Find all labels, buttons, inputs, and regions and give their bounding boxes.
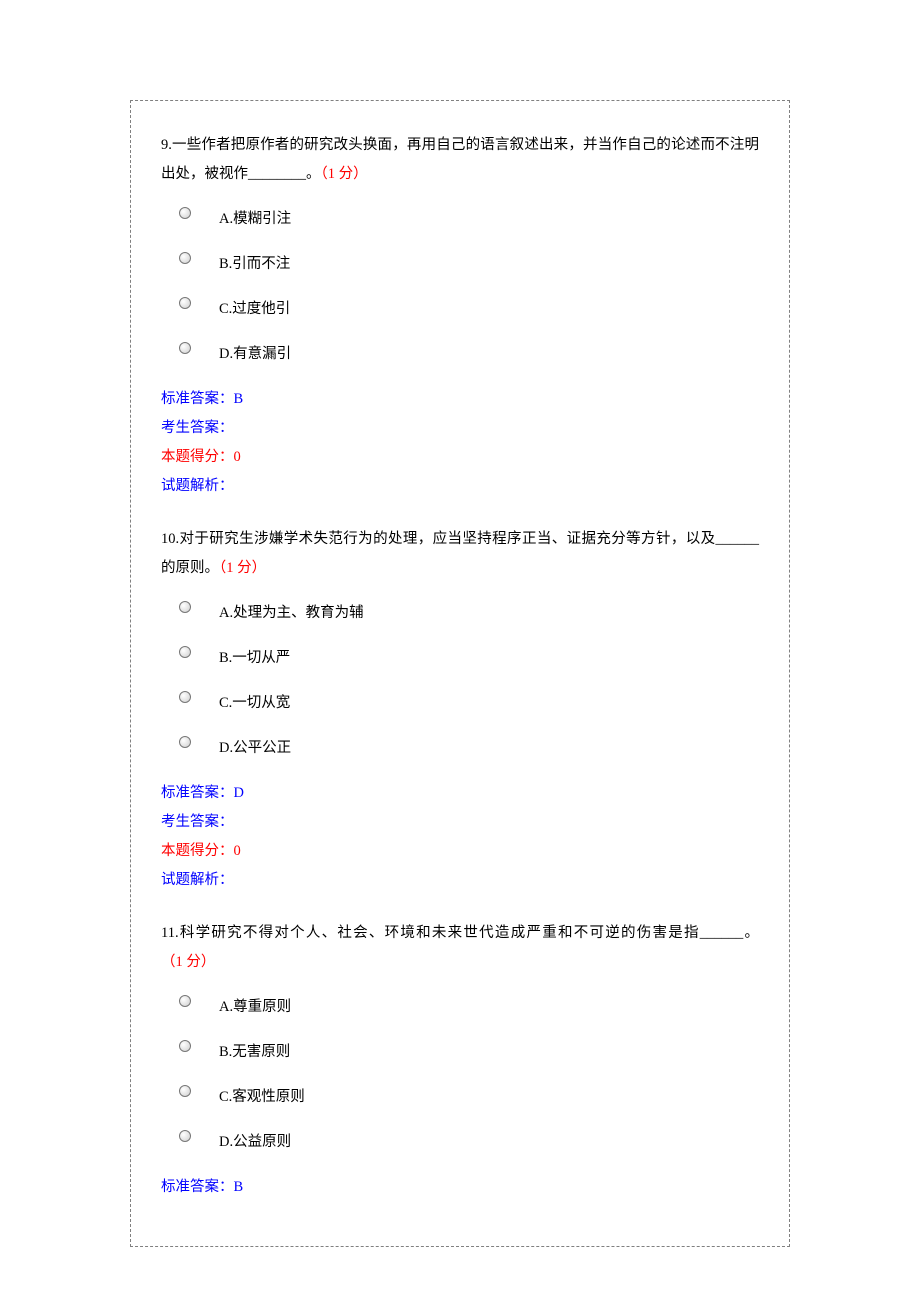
correct-answer: 标准答案：D (161, 779, 759, 808)
option-b-label: B.一切从严 (191, 644, 290, 673)
question-text: 11.科学研究不得对个人、社会、环境和未来世代造成严重和不可逆的伤害是指____… (161, 919, 759, 977)
option-b-label: B.无害原则 (191, 1038, 290, 1067)
student-answer: 考生答案： (161, 808, 759, 837)
option-d-label: D.有意漏引 (191, 340, 291, 369)
option-a[interactable]: A.尊重原则 (161, 993, 759, 1022)
question-stem: 科学研究不得对个人、社会、环境和未来世代造成严重和不可逆的伤害是指______。 (179, 925, 759, 941)
question-9: 9.一些作者把原作者的研究改头换面，再用自己的语言叙述出来，并当作自己的论述而不… (161, 131, 759, 501)
analysis-line: 试题解析： (161, 866, 759, 895)
correct-answer: 标准答案：B (161, 385, 759, 414)
option-a-label: A.处理为主、教育为辅 (191, 599, 364, 628)
option-b[interactable]: B.无害原则 (161, 1038, 759, 1067)
score-line: 本题得分：0 (161, 837, 759, 866)
radio-icon[interactable] (179, 691, 191, 703)
option-c[interactable]: C.过度他引 (161, 295, 759, 324)
radio-icon[interactable] (179, 995, 191, 1007)
question-number: 11. (161, 925, 179, 941)
option-c[interactable]: C.一切从宽 (161, 689, 759, 718)
question-text: 9.一些作者把原作者的研究改头换面，再用自己的语言叙述出来，并当作自己的论述而不… (161, 131, 759, 189)
radio-icon[interactable] (179, 252, 191, 264)
option-a-label: A.模糊引注 (191, 205, 291, 234)
question-points: （1 分） (321, 166, 368, 182)
radio-icon[interactable] (179, 1040, 191, 1052)
radio-icon[interactable] (179, 1130, 191, 1142)
correct-answer: 标准答案：B (161, 1173, 759, 1202)
question-points: （1 分） (219, 560, 266, 576)
radio-icon[interactable] (179, 342, 191, 354)
option-a[interactable]: A.模糊引注 (161, 205, 759, 234)
question-points: （1 分） (161, 954, 215, 970)
radio-icon[interactable] (179, 297, 191, 309)
question-number: 9. (161, 137, 172, 153)
score-line: 本题得分：0 (161, 443, 759, 472)
option-d[interactable]: D.公平公正 (161, 734, 759, 763)
option-a[interactable]: A.处理为主、教育为辅 (161, 599, 759, 628)
radio-icon[interactable] (179, 207, 191, 219)
question-number: 10. (161, 531, 179, 547)
question-10: 10.对于研究生涉嫌学术失范行为的处理，应当坚持程序正当、证据充分等方针，以及_… (161, 525, 759, 895)
radio-icon[interactable] (179, 736, 191, 748)
option-d-label: D.公平公正 (191, 734, 291, 763)
question-text: 10.对于研究生涉嫌学术失范行为的处理，应当坚持程序正当、证据充分等方针，以及_… (161, 525, 759, 583)
analysis-line: 试题解析： (161, 472, 759, 501)
question-stem: 一些作者把原作者的研究改头换面，再用自己的语言叙述出来，并当作自己的论述而不注明… (161, 137, 759, 182)
option-b[interactable]: B.一切从严 (161, 644, 759, 673)
radio-icon[interactable] (179, 601, 191, 613)
option-c-label: C.客观性原则 (191, 1083, 305, 1112)
radio-icon[interactable] (179, 646, 191, 658)
option-b[interactable]: B.引而不注 (161, 250, 759, 279)
exam-page: 9.一些作者把原作者的研究改头换面，再用自己的语言叙述出来，并当作自己的论述而不… (130, 100, 790, 1247)
option-c-label: C.一切从宽 (191, 689, 290, 718)
student-answer: 考生答案： (161, 414, 759, 443)
option-c-label: C.过度他引 (191, 295, 290, 324)
radio-icon[interactable] (179, 1085, 191, 1097)
option-d-label: D.公益原则 (191, 1128, 291, 1157)
option-d[interactable]: D.有意漏引 (161, 340, 759, 369)
question-11: 11.科学研究不得对个人、社会、环境和未来世代造成严重和不可逆的伤害是指____… (161, 919, 759, 1202)
option-b-label: B.引而不注 (191, 250, 290, 279)
option-a-label: A.尊重原则 (191, 993, 291, 1022)
option-d[interactable]: D.公益原则 (161, 1128, 759, 1157)
option-c[interactable]: C.客观性原则 (161, 1083, 759, 1112)
